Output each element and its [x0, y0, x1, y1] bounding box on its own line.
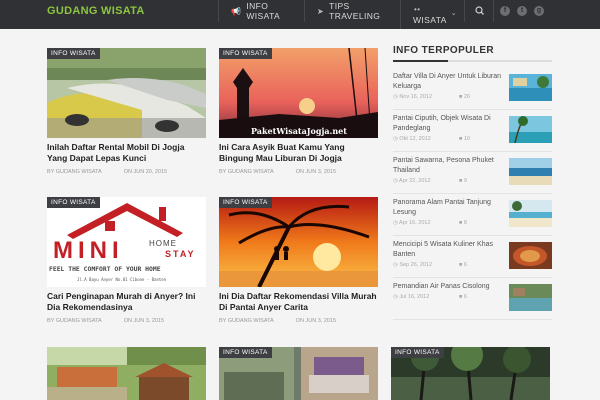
search-button[interactable]: [464, 0, 494, 22]
paw-icon: ••: [414, 5, 421, 14]
popular-post-title[interactable]: Pemandian Air Panas Cisolong: [393, 282, 505, 292]
post-meta: BY GUDANG WISATA ON JUN 3, 2015: [47, 318, 206, 324]
popular-post-date: Nov 16, 2012: [399, 94, 433, 100]
popular-post-date: Okt 12, 2012: [399, 136, 431, 142]
popular-post-thumbnail[interactable]: [509, 242, 552, 269]
popular-post-views: 10: [463, 136, 470, 142]
nav-item-label: TIPS TRAVELING: [329, 1, 381, 21]
post-thumbnail[interactable]: INFO WISATA: [391, 347, 550, 400]
post-thumbnail[interactable]: INFO WISATA: [219, 197, 378, 287]
post-author: BY GUDANG WISATA: [219, 318, 274, 324]
chevron-down-icon: ⌄: [450, 10, 457, 17]
post-author: BY GUDANG WISATA: [219, 169, 274, 175]
popular-post-thumbnail[interactable]: [509, 284, 552, 311]
post-meta: BY GUDANG WISATA ON JUN 3, 2015: [219, 169, 378, 175]
category-tag[interactable]: INFO WISATA: [219, 48, 272, 59]
popular-post-title[interactable]: Mencicipi 5 Wisata Kuliner Khas Banten: [393, 240, 505, 259]
post-title[interactable]: Inilah Daftar Rental Mobil Di Jogja Yang…: [47, 142, 206, 164]
nav-item-tips-traveling[interactable]: ➤ TIPS TRAVELING: [304, 0, 400, 22]
facebook-icon[interactable]: f: [500, 6, 510, 16]
popular-post-meta: ◷ Apr 22, 2012 ■ 9: [393, 178, 505, 184]
post-title[interactable]: Ini Dia Daftar Rekomendasi Villa Murah D…: [219, 291, 378, 313]
popular-post-meta: ◷ Apr 16, 2012 ■ 8: [393, 220, 505, 226]
post-title[interactable]: Ini Cara Asyik Buat Kamu Yang Bingung Ma…: [219, 142, 378, 164]
popular-post-thumbnail[interactable]: [509, 116, 552, 143]
logo-text-mini: MINI: [53, 237, 124, 264]
category-tag[interactable]: INFO WISATA: [391, 347, 444, 358]
popular-post-meta: ◷ Jul 16, 2012 ■ 6: [393, 294, 505, 300]
category-tag[interactable]: INFO WISATA: [219, 197, 272, 208]
popular-post-views: 8: [463, 220, 467, 226]
popular-post-thumbnail[interactable]: [509, 74, 552, 101]
post-date: ON JUN 3, 2015: [295, 318, 337, 324]
popular-post-title[interactable]: Pantai Ciputih, Objek Wisata Di Pandegla…: [393, 114, 505, 133]
category-tag[interactable]: INFO WISATA: [47, 48, 100, 59]
popular-post-meta: ◷ Nov 16, 2012 ■ 26: [393, 94, 505, 100]
category-tag[interactable]: INFO WISATA: [47, 197, 100, 208]
megaphone-icon: 📢: [231, 6, 242, 16]
popular-post-views: 6: [463, 294, 467, 300]
popular-post-item[interactable]: Daftar Villa Di Anyer Untuk Liburan Kelu…: [393, 72, 552, 110]
post-title[interactable]: Cari Penginapan Murah di Anyer? Ini Dia …: [47, 291, 206, 313]
post-meta: BY GUDANG WISATA ON JUN 20, 2015: [47, 169, 206, 175]
post-meta: BY GUDANG WISATA ON JUN 3, 2015: [219, 318, 378, 324]
post-thumbnail[interactable]: INFO WISATA MINI HOME STAY FEEL THE COMF…: [47, 197, 206, 287]
popular-post-title[interactable]: Panorama Alam Pantai Tanjung Lesung: [393, 198, 505, 217]
logo-address: Jl.A Bayu Anyer No.01 Cibone - Banten: [77, 277, 167, 282]
nav-item-wisata-dropdown[interactable]: •• WISATA ⌄: [400, 0, 464, 29]
popular-post-date: Apr 22, 2012: [399, 178, 431, 184]
popular-post-meta: ◷ Okt 12, 2012 ■ 10: [393, 136, 505, 142]
twitter-icon[interactable]: t: [517, 6, 527, 16]
popular-post-date: Sep 26, 2012: [399, 262, 433, 268]
popular-post-date: Jul 16, 2012: [399, 294, 430, 300]
logo-text-home: HOME: [149, 239, 177, 248]
post-thumbnail[interactable]: INFO WISATA: [47, 48, 206, 138]
post-author: BY GUDANG WISATA: [47, 169, 102, 175]
logo-text-stay: STAY: [165, 249, 196, 259]
popular-post-item[interactable]: Panorama Alam Pantai Tanjung Lesung ◷ Ap…: [393, 198, 552, 236]
sidebar-title-underline: [393, 60, 552, 62]
google-plus-icon[interactable]: g: [534, 6, 544, 16]
post-thumbnail[interactable]: INFO WISATA PaketWisataJogja.net: [219, 48, 378, 138]
popular-post-title[interactable]: Daftar Villa Di Anyer Untuk Liburan Kelu…: [393, 72, 505, 91]
popular-post-thumbnail[interactable]: [509, 200, 552, 227]
paper-plane-icon: ➤: [317, 6, 325, 16]
top-navigation-bar: GUDANG WISATA 📢 INFO WISATA ➤ TIPS TRAVE…: [0, 0, 600, 29]
popular-post-date: Apr 16, 2012: [399, 220, 431, 226]
popular-post-item[interactable]: Pantai Sawarna, Pesona Phuket Thailand ◷…: [393, 156, 552, 194]
post-author: BY GUDANG WISATA: [47, 318, 102, 324]
popular-post-item[interactable]: Pemandian Air Panas Cisolong ◷ Jul 16, 2…: [393, 282, 552, 320]
nav-item-label: WISATA: [413, 15, 447, 25]
post-date: ON JUN 20, 2015: [123, 169, 168, 175]
logo-slogan: FEEL THE COMFORT OF YOUR HOME: [49, 265, 161, 273]
post-date: ON JUN 3, 2015: [295, 169, 337, 175]
category-tag[interactable]: INFO WISATA: [219, 347, 272, 358]
post-thumbnail[interactable]: INFO WISATA: [219, 347, 378, 400]
popular-post-views: 26: [463, 94, 470, 100]
popular-post-views: 9: [463, 178, 467, 184]
sidebar-title: INFO TERPOPULER: [393, 45, 495, 56]
popular-post-item[interactable]: Pantai Ciputih, Objek Wisata Di Pandegla…: [393, 114, 552, 152]
post-thumbnail[interactable]: [47, 347, 206, 400]
popular-post-item[interactable]: Mencicipi 5 Wisata Kuliner Khas Banten ◷…: [393, 240, 552, 278]
popular-post-views: 6: [463, 262, 467, 268]
search-icon: [475, 6, 484, 15]
popular-post-title[interactable]: Pantai Sawarna, Pesona Phuket Thailand: [393, 156, 505, 175]
post-date: ON JUN 3, 2015: [123, 318, 165, 324]
nav-item-label: INFO WISATA: [246, 1, 281, 21]
image-watermark: PaketWisataJogja.net: [251, 126, 347, 136]
popular-post-thumbnail[interactable]: [509, 158, 552, 185]
popular-post-meta: ◷ Sep 26, 2012 ■ 6: [393, 262, 505, 268]
site-logo[interactable]: GUDANG WISATA: [47, 0, 145, 22]
nav-item-info-wisata[interactable]: 📢 INFO WISATA: [218, 0, 304, 22]
